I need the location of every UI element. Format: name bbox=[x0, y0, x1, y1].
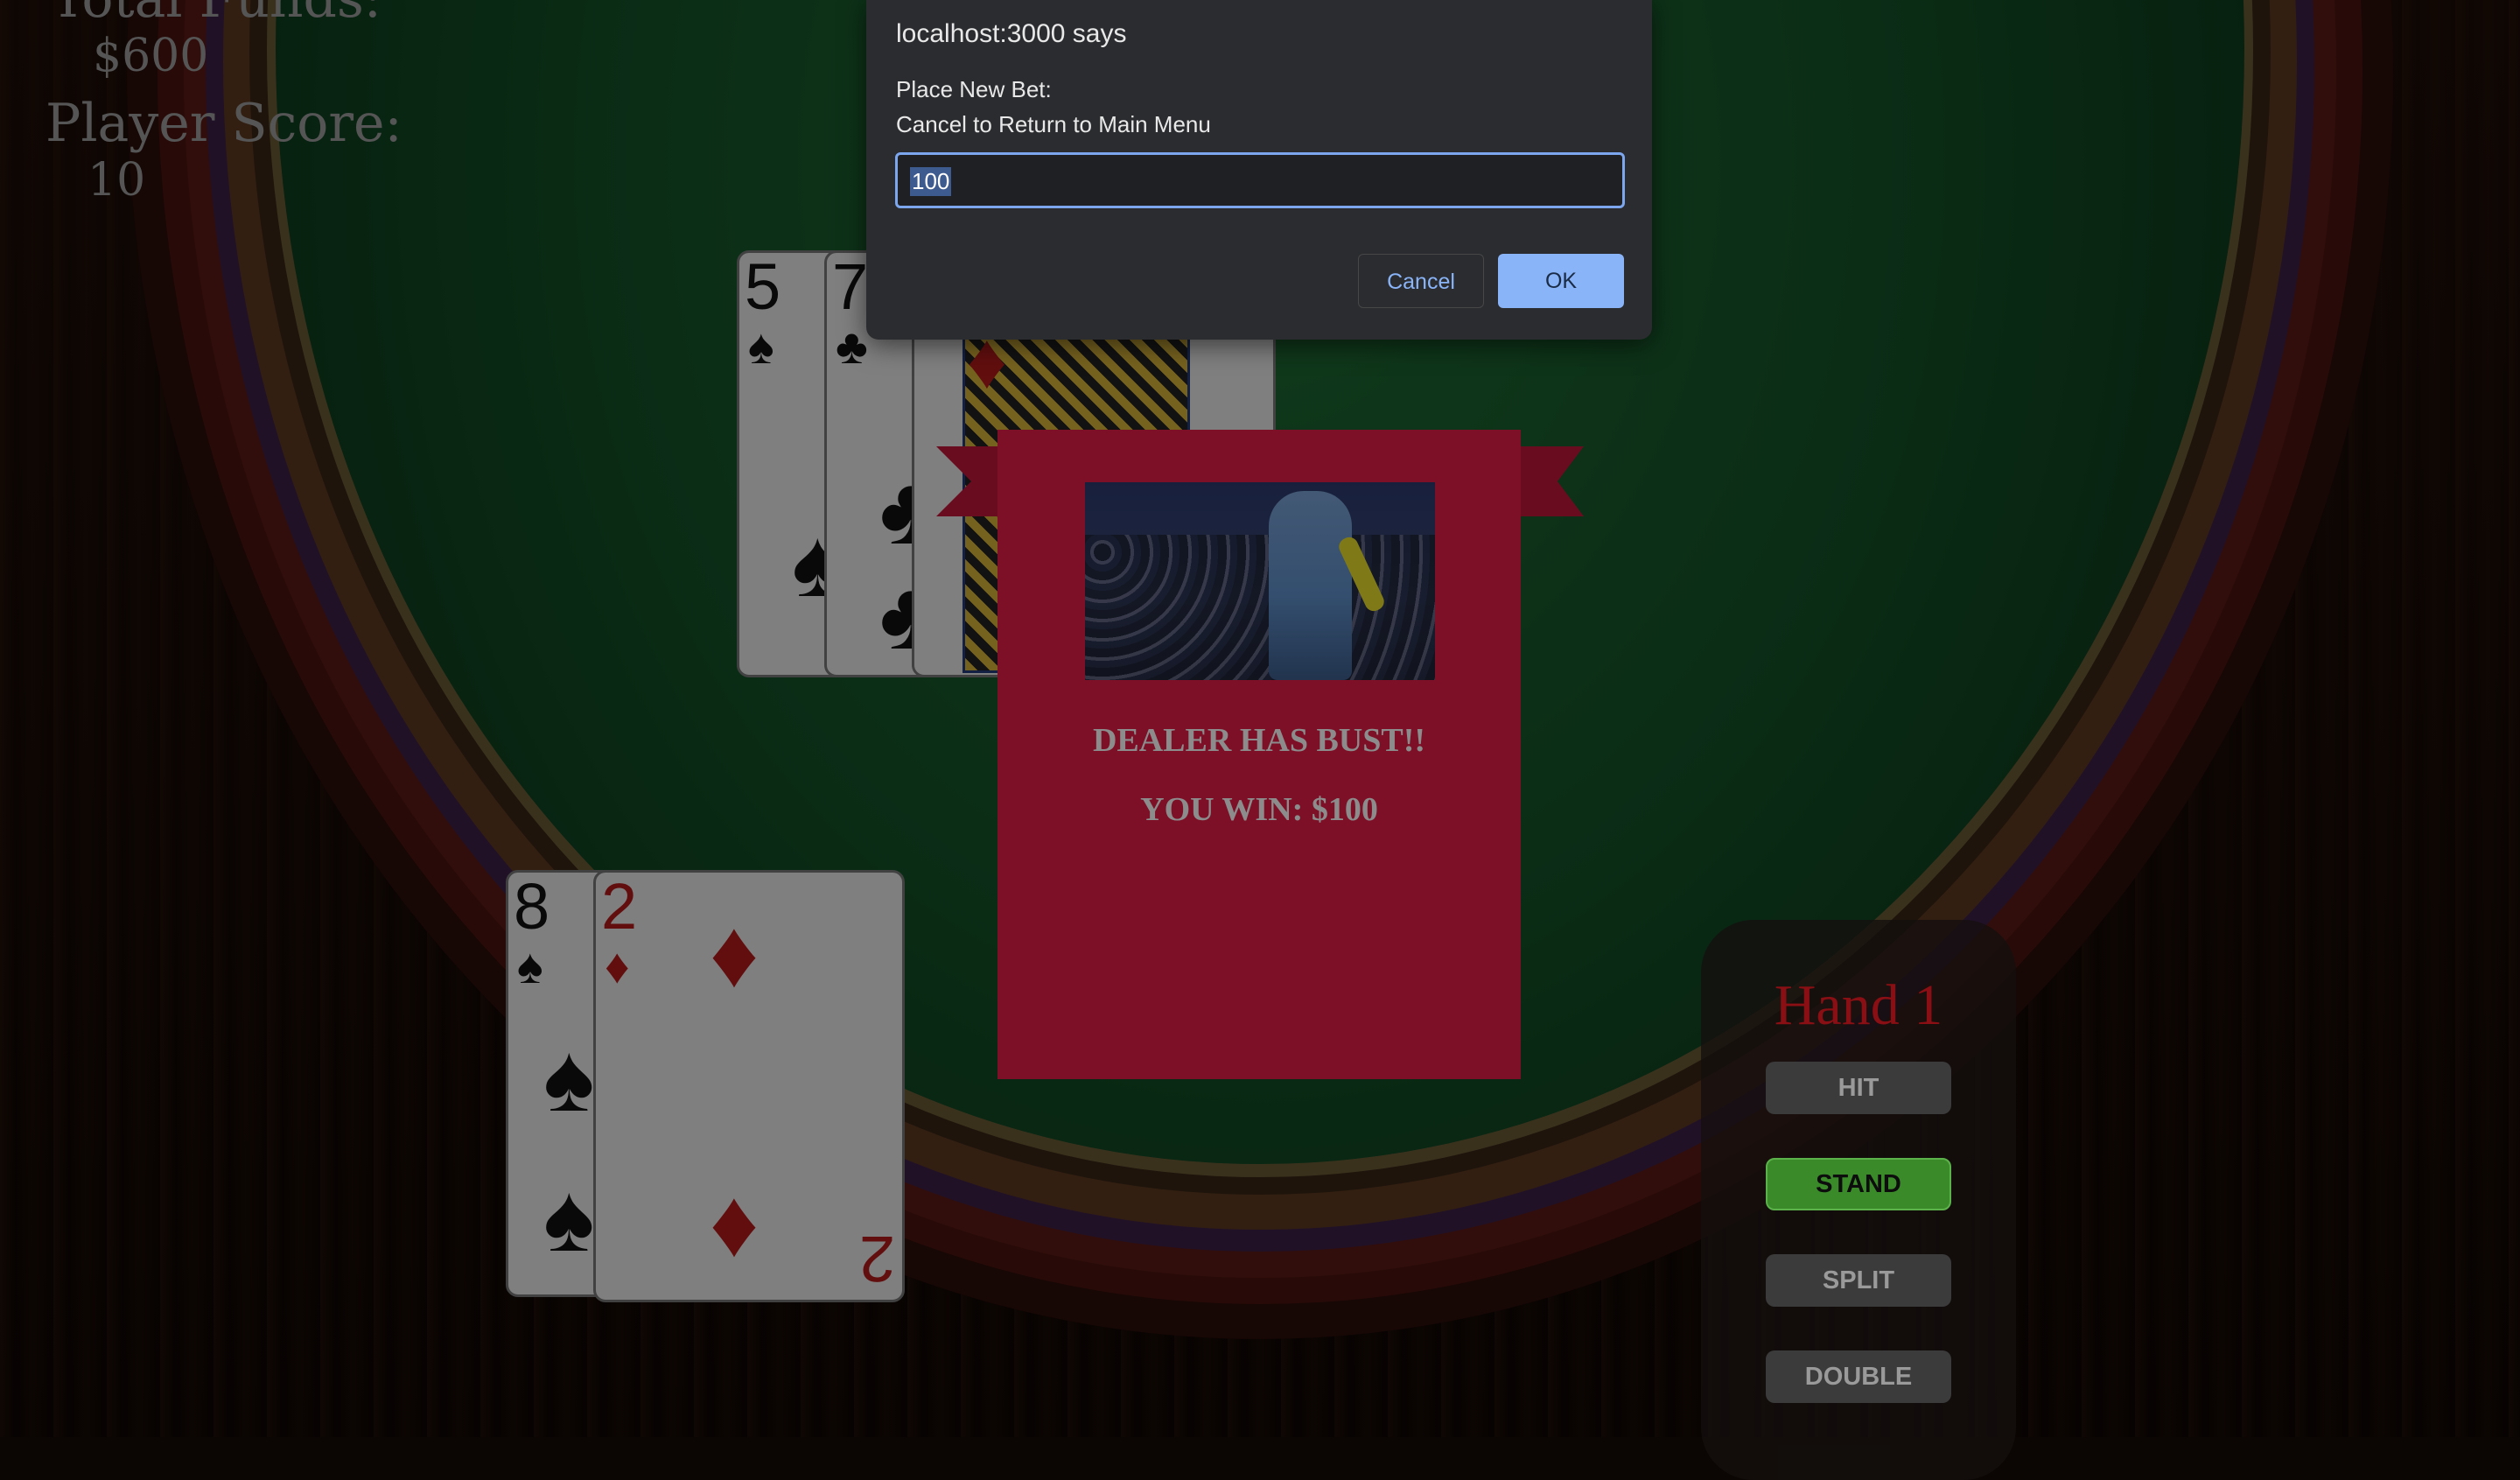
split-button[interactable]: SPLIT bbox=[1766, 1254, 1951, 1307]
dialog-message-line2: Cancel to Return to Main Menu bbox=[896, 111, 1211, 137]
hand-title: Hand 1 bbox=[1774, 973, 1943, 1037]
dialog-title: localhost:3000 says bbox=[896, 19, 1127, 48]
hand-panel: Hand 1 HIT STAND SPLIT DOUBLE bbox=[1701, 920, 2016, 1480]
prompt-dialog: localhost:3000 says Place New Bet: Cance… bbox=[866, 0, 1652, 340]
cancel-button[interactable]: Cancel bbox=[1358, 254, 1484, 308]
bet-input[interactable]: 100 bbox=[895, 152, 1625, 208]
double-button[interactable]: DOUBLE bbox=[1766, 1350, 1951, 1403]
dialog-message-line1: Place New Bet: bbox=[896, 76, 1052, 102]
stand-button[interactable]: STAND bbox=[1766, 1158, 1951, 1210]
dialog-message: Place New Bet: Cancel to Return to Main … bbox=[896, 72, 1211, 142]
bet-input-value: 100 bbox=[910, 167, 952, 196]
ok-button[interactable]: OK bbox=[1498, 254, 1624, 308]
hit-button[interactable]: HIT bbox=[1766, 1062, 1951, 1114]
